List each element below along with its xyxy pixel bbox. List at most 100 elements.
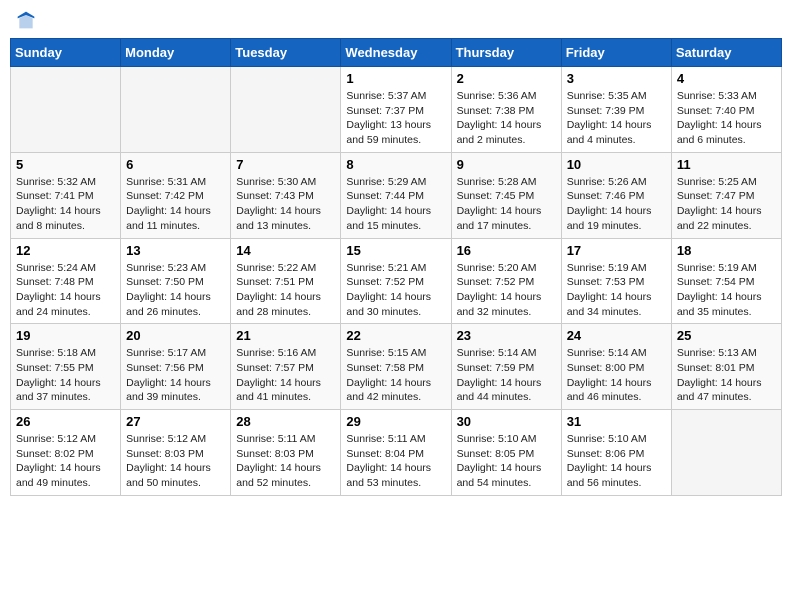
day-info: Sunrise: 5:24 AM Sunset: 7:48 PM Dayligh… bbox=[16, 261, 115, 320]
calendar-table: SundayMondayTuesdayWednesdayThursdayFrid… bbox=[10, 38, 782, 496]
logo bbox=[14, 10, 36, 30]
weekday-header-monday: Monday bbox=[121, 39, 231, 67]
day-number: 8 bbox=[346, 157, 445, 172]
day-number: 14 bbox=[236, 243, 335, 258]
calendar-cell bbox=[231, 67, 341, 153]
day-info: Sunrise: 5:17 AM Sunset: 7:56 PM Dayligh… bbox=[126, 346, 225, 405]
calendar-cell: 8 Sunrise: 5:29 AM Sunset: 7:44 PM Daylig… bbox=[341, 152, 451, 238]
calendar-cell: 18 Sunrise: 5:19 AM Sunset: 7:54 PM Dayli… bbox=[671, 238, 781, 324]
day-info: Sunrise: 5:26 AM Sunset: 7:46 PM Dayligh… bbox=[567, 175, 666, 234]
day-number: 10 bbox=[567, 157, 666, 172]
calendar-cell: 15 Sunrise: 5:21 AM Sunset: 7:52 PM Dayli… bbox=[341, 238, 451, 324]
day-info: Sunrise: 5:22 AM Sunset: 7:51 PM Dayligh… bbox=[236, 261, 335, 320]
day-number: 5 bbox=[16, 157, 115, 172]
calendar-cell: 23 Sunrise: 5:14 AM Sunset: 7:59 PM Dayli… bbox=[451, 324, 561, 410]
calendar-cell: 12 Sunrise: 5:24 AM Sunset: 7:48 PM Dayli… bbox=[11, 238, 121, 324]
day-info: Sunrise: 5:19 AM Sunset: 7:54 PM Dayligh… bbox=[677, 261, 776, 320]
day-number: 22 bbox=[346, 328, 445, 343]
day-number: 9 bbox=[457, 157, 556, 172]
calendar-cell: 30Sunrise: 5:10 AM Sunset: 8:05 PM Dayli… bbox=[451, 410, 561, 496]
day-info: Sunrise: 5:28 AM Sunset: 7:45 PM Dayligh… bbox=[457, 175, 556, 234]
day-number: 27 bbox=[126, 414, 225, 429]
day-number: 4 bbox=[677, 71, 776, 86]
day-info: Sunrise: 5:36 AM Sunset: 7:38 PM Dayligh… bbox=[457, 89, 556, 148]
day-info: Sunrise: 5:20 AM Sunset: 7:52 PM Dayligh… bbox=[457, 261, 556, 320]
calendar-cell: 11Sunrise: 5:25 AM Sunset: 7:47 PM Dayli… bbox=[671, 152, 781, 238]
calendar-cell bbox=[671, 410, 781, 496]
day-info: Sunrise: 5:10 AM Sunset: 8:06 PM Dayligh… bbox=[567, 432, 666, 491]
day-number: 24 bbox=[567, 328, 666, 343]
calendar-cell: 3Sunrise: 5:35 AM Sunset: 7:39 PM Daylig… bbox=[561, 67, 671, 153]
day-number: 18 bbox=[677, 243, 776, 258]
day-number: 3 bbox=[567, 71, 666, 86]
calendar-cell: 22 Sunrise: 5:15 AM Sunset: 7:58 PM Dayli… bbox=[341, 324, 451, 410]
day-number: 20 bbox=[126, 328, 225, 343]
calendar-week-row: 5 Sunrise: 5:32 AM Sunset: 7:41 PM Daylig… bbox=[11, 152, 782, 238]
weekday-header-friday: Friday bbox=[561, 39, 671, 67]
day-info: Sunrise: 5:33 AM Sunset: 7:40 PM Dayligh… bbox=[677, 89, 776, 148]
calendar-week-row: 12 Sunrise: 5:24 AM Sunset: 7:48 PM Dayli… bbox=[11, 238, 782, 324]
weekday-header-row: SundayMondayTuesdayWednesdayThursdayFrid… bbox=[11, 39, 782, 67]
day-number: 17 bbox=[567, 243, 666, 258]
calendar-cell: 4 Sunrise: 5:33 AM Sunset: 7:40 PM Daylig… bbox=[671, 67, 781, 153]
calendar-cell: 17Sunrise: 5:19 AM Sunset: 7:53 PM Dayli… bbox=[561, 238, 671, 324]
calendar-cell bbox=[11, 67, 121, 153]
day-number: 16 bbox=[457, 243, 556, 258]
calendar-cell: 24 Sunrise: 5:14 AM Sunset: 8:00 PM Dayli… bbox=[561, 324, 671, 410]
day-number: 2 bbox=[457, 71, 556, 86]
day-info: Sunrise: 5:30 AM Sunset: 7:43 PM Dayligh… bbox=[236, 175, 335, 234]
day-info: Sunrise: 5:18 AM Sunset: 7:55 PM Dayligh… bbox=[16, 346, 115, 405]
calendar-cell bbox=[121, 67, 231, 153]
calendar-cell: 19 Sunrise: 5:18 AM Sunset: 7:55 PM Dayli… bbox=[11, 324, 121, 410]
weekday-header-sunday: Sunday bbox=[11, 39, 121, 67]
calendar-cell: 7 Sunrise: 5:30 AM Sunset: 7:43 PM Daylig… bbox=[231, 152, 341, 238]
calendar-cell: 5 Sunrise: 5:32 AM Sunset: 7:41 PM Daylig… bbox=[11, 152, 121, 238]
calendar-week-row: 1Sunrise: 5:37 AM Sunset: 7:37 PM Daylig… bbox=[11, 67, 782, 153]
calendar-cell: 9 Sunrise: 5:28 AM Sunset: 7:45 PM Daylig… bbox=[451, 152, 561, 238]
day-info: Sunrise: 5:11 AM Sunset: 8:04 PM Dayligh… bbox=[346, 432, 445, 491]
day-info: Sunrise: 5:32 AM Sunset: 7:41 PM Dayligh… bbox=[16, 175, 115, 234]
calendar-cell: 25 Sunrise: 5:13 AM Sunset: 8:01 PM Dayli… bbox=[671, 324, 781, 410]
day-number: 13 bbox=[126, 243, 225, 258]
calendar-cell: 2 Sunrise: 5:36 AM Sunset: 7:38 PM Daylig… bbox=[451, 67, 561, 153]
calendar-cell: 6Sunrise: 5:31 AM Sunset: 7:42 PM Daylig… bbox=[121, 152, 231, 238]
day-number: 23 bbox=[457, 328, 556, 343]
day-info: Sunrise: 5:16 AM Sunset: 7:57 PM Dayligh… bbox=[236, 346, 335, 405]
day-number: 12 bbox=[16, 243, 115, 258]
calendar-cell: 13 Sunrise: 5:23 AM Sunset: 7:50 PM Dayli… bbox=[121, 238, 231, 324]
weekday-header-thursday: Thursday bbox=[451, 39, 561, 67]
calendar-cell: 29 Sunrise: 5:11 AM Sunset: 8:04 PM Dayli… bbox=[341, 410, 451, 496]
day-info: Sunrise: 5:13 AM Sunset: 8:01 PM Dayligh… bbox=[677, 346, 776, 405]
calendar-week-row: 26Sunrise: 5:12 AM Sunset: 8:02 PM Dayli… bbox=[11, 410, 782, 496]
weekday-header-tuesday: Tuesday bbox=[231, 39, 341, 67]
calendar-cell: 21 Sunrise: 5:16 AM Sunset: 7:57 PM Dayli… bbox=[231, 324, 341, 410]
day-number: 6 bbox=[126, 157, 225, 172]
weekday-header-wednesday: Wednesday bbox=[341, 39, 451, 67]
day-info: Sunrise: 5:29 AM Sunset: 7:44 PM Dayligh… bbox=[346, 175, 445, 234]
day-number: 21 bbox=[236, 328, 335, 343]
day-info: Sunrise: 5:12 AM Sunset: 8:03 PM Dayligh… bbox=[126, 432, 225, 491]
page-header bbox=[10, 10, 782, 30]
calendar-cell: 28Sunrise: 5:11 AM Sunset: 8:03 PM Dayli… bbox=[231, 410, 341, 496]
calendar-cell: 31Sunrise: 5:10 AM Sunset: 8:06 PM Dayli… bbox=[561, 410, 671, 496]
day-number: 7 bbox=[236, 157, 335, 172]
day-info: Sunrise: 5:37 AM Sunset: 7:37 PM Dayligh… bbox=[346, 89, 445, 148]
calendar-cell: 26Sunrise: 5:12 AM Sunset: 8:02 PM Dayli… bbox=[11, 410, 121, 496]
day-number: 11 bbox=[677, 157, 776, 172]
day-info: Sunrise: 5:21 AM Sunset: 7:52 PM Dayligh… bbox=[346, 261, 445, 320]
day-info: Sunrise: 5:23 AM Sunset: 7:50 PM Dayligh… bbox=[126, 261, 225, 320]
day-number: 26 bbox=[16, 414, 115, 429]
day-number: 15 bbox=[346, 243, 445, 258]
day-info: Sunrise: 5:15 AM Sunset: 7:58 PM Dayligh… bbox=[346, 346, 445, 405]
calendar-week-row: 19 Sunrise: 5:18 AM Sunset: 7:55 PM Dayli… bbox=[11, 324, 782, 410]
day-info: Sunrise: 5:14 AM Sunset: 7:59 PM Dayligh… bbox=[457, 346, 556, 405]
calendar-cell: 16 Sunrise: 5:20 AM Sunset: 7:52 PM Dayli… bbox=[451, 238, 561, 324]
day-number: 19 bbox=[16, 328, 115, 343]
day-info: Sunrise: 5:10 AM Sunset: 8:05 PM Dayligh… bbox=[457, 432, 556, 491]
day-number: 25 bbox=[677, 328, 776, 343]
calendar-cell: 14 Sunrise: 5:22 AM Sunset: 7:51 PM Dayli… bbox=[231, 238, 341, 324]
day-info: Sunrise: 5:14 AM Sunset: 8:00 PM Dayligh… bbox=[567, 346, 666, 405]
day-number: 29 bbox=[346, 414, 445, 429]
day-number: 28 bbox=[236, 414, 335, 429]
calendar-cell: 20 Sunrise: 5:17 AM Sunset: 7:56 PM Dayli… bbox=[121, 324, 231, 410]
